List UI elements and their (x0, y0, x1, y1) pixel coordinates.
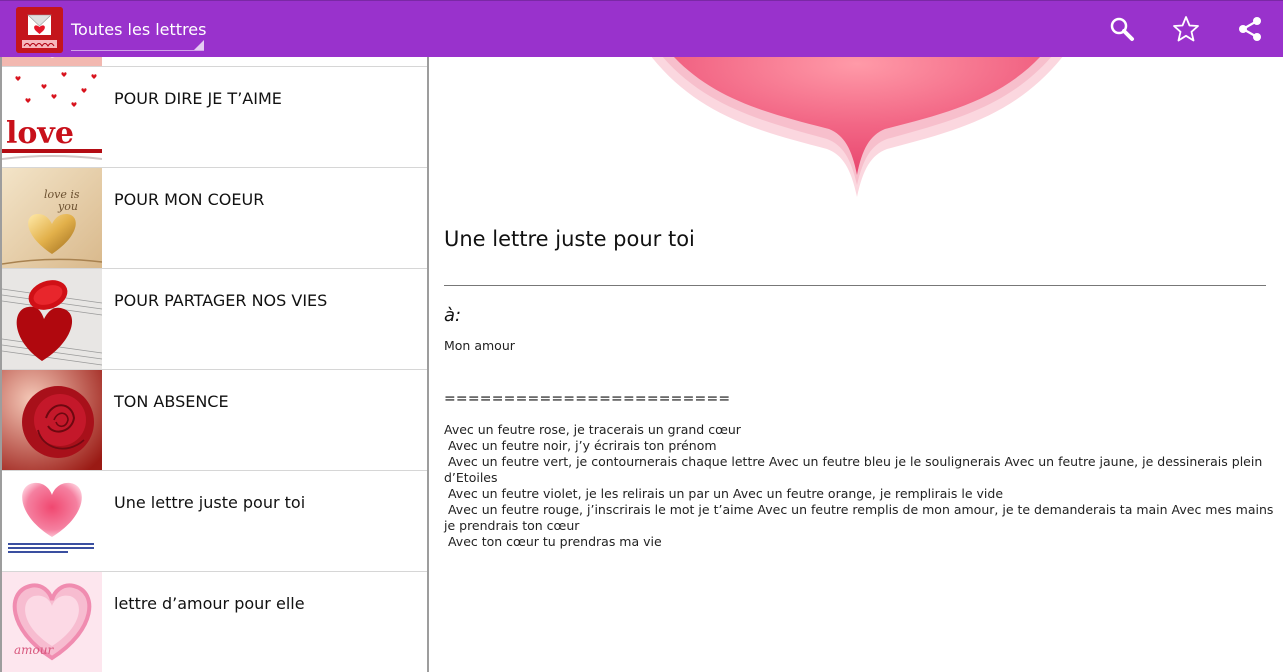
search-icon (1110, 17, 1134, 41)
app-logo-icon[interactable] (16, 7, 63, 53)
svg-text:you: you (57, 200, 78, 213)
spinner-label: Toutes les lettres (71, 20, 207, 39)
pink-heart-outline-icon: amour (2, 572, 102, 672)
list-item[interactable]: TON ABSENCE (2, 370, 427, 471)
action-bar: Toutes les lettres (0, 0, 1283, 57)
to-label: à: (444, 305, 462, 326)
recipient: Mon amour (444, 338, 515, 353)
list-item-title: TON ABSENCE (114, 392, 229, 411)
love-icon: love (2, 67, 102, 167)
letter-body: Avec un feutre rose, je tracerais un gra… (444, 422, 1274, 550)
list-item[interactable]: Une lettre juste pour toi (2, 471, 427, 572)
letter-line: Avec un feutre vert, je contournerais ch… (444, 454, 1267, 485)
letter-line: Avec un feutre rouge, j’inscrirais le mo… (444, 502, 1278, 533)
letter-title: Une lettre juste pour toi (444, 227, 695, 251)
list-item-partial[interactable] (2, 57, 427, 67)
letter-detail[interactable]: Une lettre juste pour toi à: Mon amour =… (431, 57, 1283, 672)
divider (444, 285, 1266, 286)
partial-thumb-icon (2, 57, 102, 66)
share-icon (1239, 17, 1261, 41)
rose-icon (2, 370, 102, 470)
list-item-title: lettre d’amour pour elle (114, 594, 305, 613)
svg-text:amour: amour (14, 643, 54, 657)
favorite-button[interactable] (1171, 14, 1201, 44)
spinner-underline (71, 50, 204, 51)
list-item[interactable]: amour lettre d’amour pour elle (2, 572, 427, 672)
list-item[interactable]: love is you POUR MON COEUR (2, 168, 427, 269)
list-item-title: POUR MON COEUR (114, 190, 265, 209)
list-item[interactable]: POUR PARTAGER NOS VIES (2, 269, 427, 370)
share-button[interactable] (1235, 14, 1265, 44)
list-item-title: Une lettre juste pour toi (114, 493, 306, 512)
gold-heart-icon: love is you (2, 168, 102, 268)
list-item-title: POUR PARTAGER NOS VIES (114, 291, 328, 310)
letter-line: Avec un feutre violet, je les relirais u… (444, 486, 1004, 501)
letter-line: Avec un feutre rose, je tracerais un gra… (444, 422, 741, 437)
red-heart-box-icon (2, 269, 102, 369)
list-item[interactable]: love POUR DIRE JE T’AIME (2, 67, 427, 168)
dropdown-triangle-icon (194, 40, 204, 50)
category-spinner[interactable]: Toutes les lettres (70, 11, 207, 51)
star-icon (1173, 16, 1199, 42)
search-button[interactable] (1107, 14, 1137, 44)
letter-line: Avec un feutre noir, j’y écrirais ton pr… (444, 438, 717, 453)
list-item-title: POUR DIRE JE T’AIME (114, 89, 282, 108)
pink-heart-icon (2, 471, 102, 571)
letter-line: Avec ton cœur tu prendras ma vie (444, 534, 662, 549)
heart-image (631, 57, 1083, 207)
letters-list[interactable]: love POUR DIRE JE T’AIME love is you POU… (0, 57, 429, 672)
text-separator: ======================== (444, 391, 731, 407)
svg-text:love: love (6, 116, 74, 151)
